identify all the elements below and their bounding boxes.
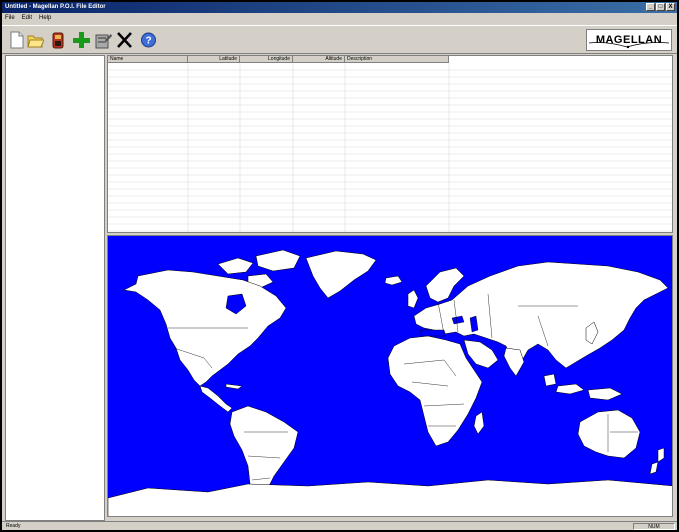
status-text: Ready	[6, 523, 21, 529]
add-button[interactable]	[73, 31, 90, 49]
open-button[interactable]	[27, 31, 45, 49]
poi-table[interactable]: Name Latitude Longitude Altitude Descrip…	[107, 55, 673, 233]
new-file-button[interactable]	[8, 31, 25, 49]
menu-edit[interactable]: Edit	[22, 13, 32, 24]
logo-text: MAGELLAN	[595, 34, 663, 46]
num-lock-indicator: NUM	[633, 523, 675, 530]
column-header-description[interactable]: Description	[345, 56, 449, 63]
edit-icon	[95, 34, 112, 49]
table-header: Name Latitude Longitude Altitude Descrip…	[108, 56, 449, 63]
menu-bar: File Edit Help	[2, 13, 677, 24]
column-header-latitude[interactable]: Latitude	[188, 56, 240, 63]
delete-button[interactable]	[116, 31, 133, 49]
maximize-button[interactable]: □	[656, 3, 665, 11]
world-map-graphic	[108, 249, 672, 516]
app-window: Untitled - Magellan P.O.I. File Editor _…	[0, 0, 679, 532]
table-gridlines	[108, 63, 672, 232]
edit-button[interactable]	[95, 31, 112, 49]
menu-file[interactable]: File	[5, 13, 15, 24]
svg-text:?: ?	[145, 36, 151, 47]
open-folder-icon	[27, 35, 45, 48]
column-header-name[interactable]: Name	[108, 56, 188, 63]
status-bar: Ready NUM	[2, 521, 677, 530]
title-bar[interactable]: Untitled - Magellan P.O.I. File Editor _…	[2, 2, 677, 13]
save-button[interactable]	[49, 31, 66, 49]
save-icon	[52, 32, 64, 49]
poi-tree-panel[interactable]	[5, 55, 105, 521]
column-header-longitude[interactable]: Longitude	[240, 56, 293, 63]
column-header-altitude[interactable]: Altitude	[293, 56, 345, 63]
magellan-logo: MAGELLAN	[586, 29, 672, 51]
help-icon: ?	[141, 32, 156, 48]
minimize-button[interactable]: _	[646, 3, 655, 11]
world-map[interactable]	[107, 235, 673, 517]
add-icon	[73, 32, 90, 48]
close-button[interactable]: X	[666, 3, 675, 11]
new-file-icon	[10, 31, 24, 49]
toolbar: ? MAGELLAN	[2, 25, 677, 54]
delete-icon	[117, 32, 132, 48]
menu-help[interactable]: Help	[39, 13, 51, 24]
window-title: Untitled - Magellan P.O.I. File Editor	[5, 4, 106, 10]
help-button[interactable]: ?	[140, 31, 157, 49]
